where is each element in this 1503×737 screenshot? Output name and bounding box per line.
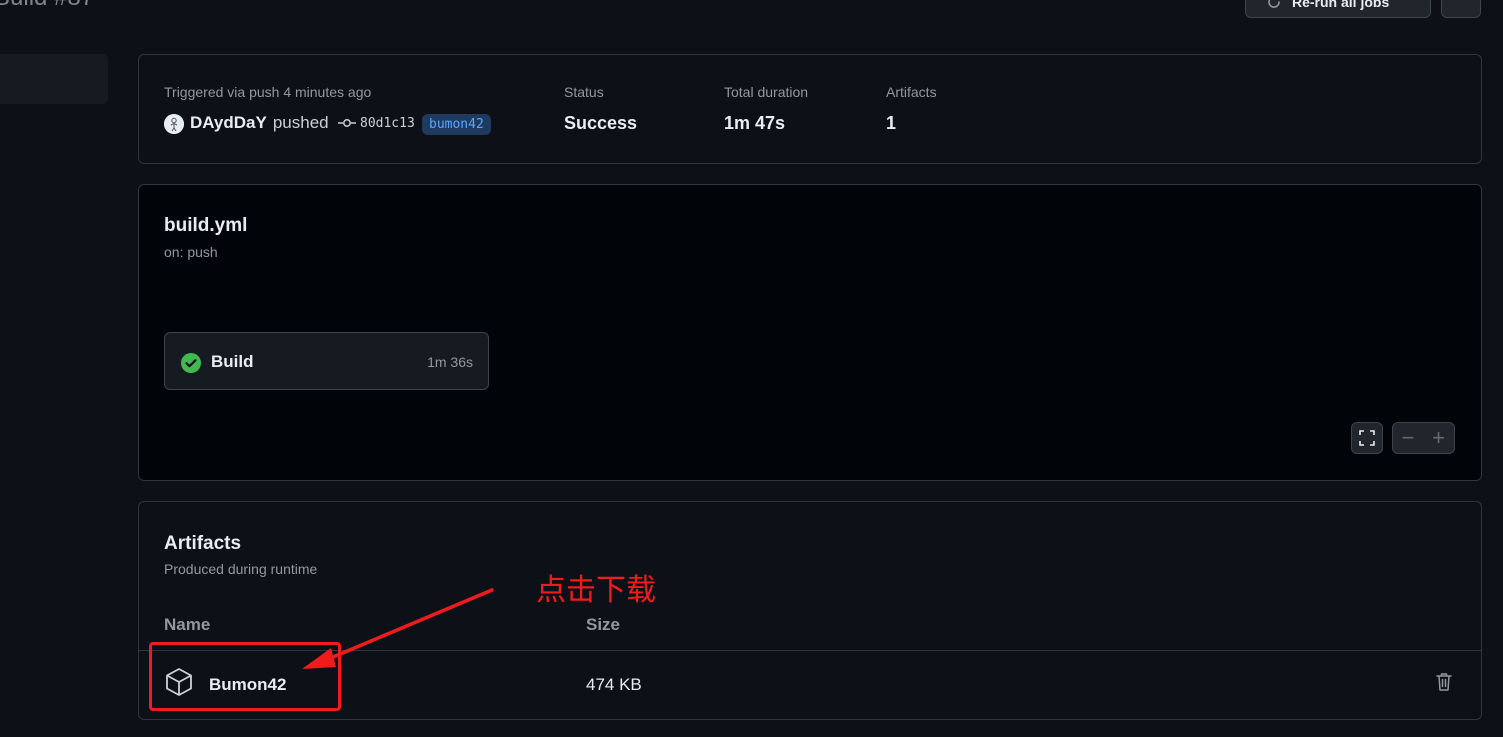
annotation-arrow-icon bbox=[302, 588, 494, 669]
workflow-run-page: Build #87 Re-run all jobs ··· Triggered … bbox=[0, 0, 1503, 737]
